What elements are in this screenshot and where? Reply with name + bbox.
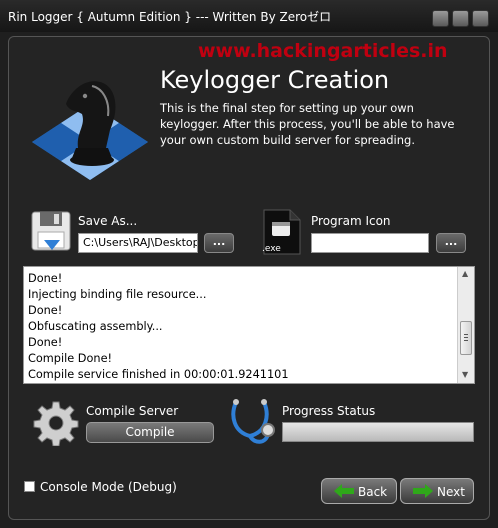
- console-line: Done!: [28, 304, 63, 317]
- exe-caption: .exe: [262, 244, 281, 254]
- save-as-label: Save As...: [78, 214, 138, 228]
- page-title: Keylogger Creation: [160, 66, 390, 94]
- next-button[interactable]: Next: [400, 478, 474, 504]
- back-label: Back: [358, 485, 388, 499]
- console-lines: Done! Injecting binding file resource... D…: [28, 271, 456, 383]
- next-label: Next: [437, 485, 465, 499]
- exe-file-icon: .exe: [260, 208, 302, 260]
- next-arrow-icon: [413, 484, 433, 498]
- title-bar: Rin Logger { Autumn Edition } --- Writte…: [0, 0, 498, 32]
- icon-browse-button[interactable]: ...: [436, 233, 466, 253]
- save-browse-button[interactable]: ...: [204, 233, 234, 253]
- console-line: Done!: [28, 336, 63, 349]
- back-arrow-icon: [334, 484, 354, 498]
- watermark-text: www.hackingarticles.in: [198, 40, 448, 62]
- close-button[interactable]: [472, 10, 489, 27]
- back-button[interactable]: Back: [321, 478, 397, 504]
- console-line: Compile Done!: [28, 352, 113, 365]
- stethoscope-icon: [226, 398, 278, 452]
- save-path-input[interactable]: C:\Users\RAJ\Desktop: [78, 233, 198, 253]
- chess-knight-logo-icon: [30, 74, 150, 188]
- minimize-button[interactable]: [432, 10, 449, 27]
- console-mode-label[interactable]: Console Mode (Debug): [40, 480, 177, 494]
- compile-button[interactable]: Compile: [86, 422, 214, 443]
- program-icon-input[interactable]: [311, 233, 429, 253]
- window-title: Rin Logger { Autumn Edition } --- Writte…: [8, 10, 332, 24]
- maximize-button[interactable]: [452, 10, 469, 27]
- console-mode-checkbox[interactable]: [24, 481, 35, 492]
- progress-bar: [282, 422, 474, 442]
- console-scrollbar[interactable]: ▲ ▼: [457, 267, 474, 383]
- console-line: Compile service finished in 00:00:01.924…: [28, 368, 289, 381]
- program-icon-label: Program Icon: [311, 214, 391, 228]
- console-line: Injecting binding file resource...: [28, 288, 207, 301]
- gear-icon: [33, 400, 79, 450]
- compile-server-label: Compile Server: [86, 404, 179, 418]
- console-line: Done!: [28, 272, 63, 285]
- progress-status-label: Progress Status: [282, 404, 376, 418]
- scroll-down-icon[interactable]: ▼: [462, 370, 468, 379]
- console-line: Obfuscating assembly...: [28, 320, 163, 333]
- save-disk-icon: [30, 210, 74, 256]
- scroll-up-icon[interactable]: ▲: [462, 269, 468, 278]
- scroll-thumb[interactable]: [460, 321, 472, 355]
- page-description: This is the final step for setting up yo…: [160, 101, 455, 147]
- console-output[interactable]: Done! Injecting binding file resource... D…: [23, 266, 475, 384]
